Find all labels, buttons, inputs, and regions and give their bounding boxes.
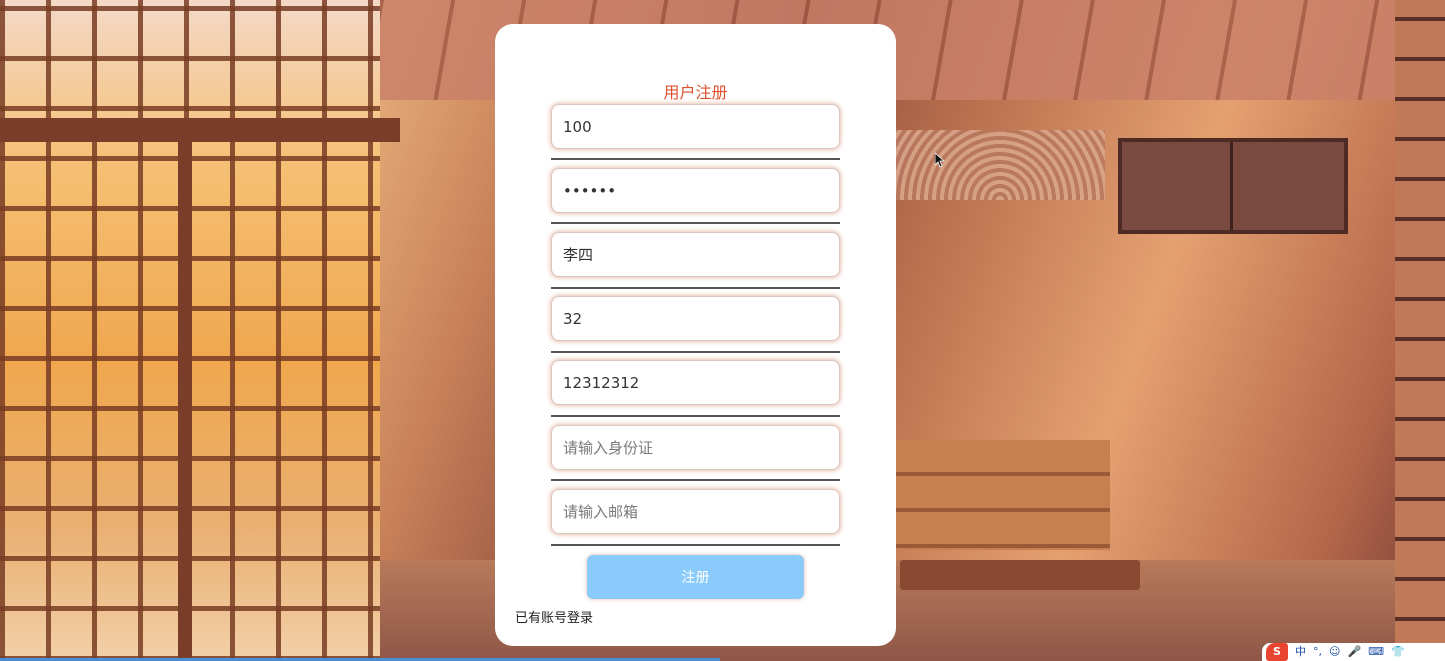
ime-toolbar[interactable]: S 中 °, ☺ 🎤 ⌨ 👕: [1262, 643, 1445, 661]
ime-emoji-icon[interactable]: ☺: [1329, 643, 1340, 661]
field-divider: [551, 222, 840, 224]
ime-keyboard-icon[interactable]: ⌨: [1368, 643, 1384, 661]
ime-mode-zh[interactable]: 中: [1295, 643, 1306, 661]
realname-input[interactable]: [551, 232, 840, 277]
register-card: 用户注册 注册 已有账号登录: [495, 24, 896, 646]
register-button[interactable]: 注册: [587, 555, 804, 599]
field-divider: [551, 158, 840, 160]
ime-skin-icon[interactable]: 👕: [1391, 643, 1405, 661]
ime-punctuation-icon[interactable]: °,: [1313, 643, 1322, 661]
username-input[interactable]: [551, 104, 840, 149]
cabinet-door: [1233, 142, 1344, 230]
background-beam: [0, 118, 400, 142]
email-input[interactable]: [551, 489, 840, 534]
field-divider: [551, 544, 840, 546]
cabinet-door: [1122, 142, 1233, 230]
age-input[interactable]: [551, 296, 840, 341]
page-title: 用户注册: [663, 83, 728, 102]
background-cabinet: [1118, 138, 1348, 234]
background-table: [900, 560, 1140, 590]
background-wave-panel: [895, 130, 1105, 200]
ime-voice-icon[interactable]: 🎤: [1347, 643, 1361, 661]
field-divider: [551, 287, 840, 289]
login-link[interactable]: 已有账号登录: [515, 610, 593, 628]
idcard-input[interactable]: [551, 425, 840, 470]
background-shoji: [1395, 0, 1445, 661]
field-divider: [551, 351, 840, 353]
phone-input[interactable]: [551, 360, 840, 405]
field-divider: [551, 479, 840, 481]
field-divider: [551, 415, 840, 417]
background-dresser: [895, 440, 1110, 550]
sogou-logo-icon[interactable]: S: [1266, 643, 1288, 661]
mouse-cursor-icon: [934, 152, 946, 173]
password-input[interactable]: [551, 168, 840, 213]
background-post: [178, 118, 192, 661]
